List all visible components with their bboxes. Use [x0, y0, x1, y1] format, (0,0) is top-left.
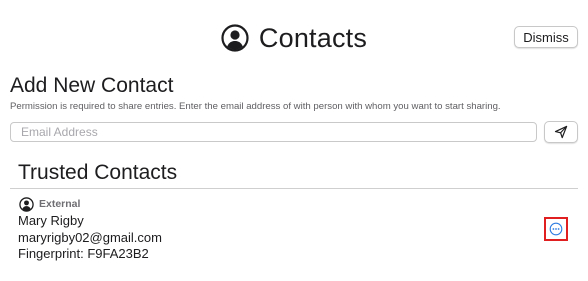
section-divider: [10, 188, 578, 189]
contact-type-label: External: [39, 198, 81, 210]
person-circle-icon: [221, 24, 249, 52]
person-circle-icon: [19, 196, 34, 212]
contact-email: maryrigby02@gmail.com: [18, 230, 162, 245]
add-contact-description: Permission is required to share entries.…: [10, 101, 501, 112]
dismiss-button[interactable]: Dismiss: [514, 26, 578, 48]
trusted-contacts-heading: Trusted Contacts: [18, 161, 178, 184]
send-invite-button[interactable]: [544, 121, 578, 143]
window-header: Contacts: [0, 18, 588, 58]
contact-fingerprint: Fingerprint: F9FA23B2: [18, 246, 149, 261]
email-placeholder: Email Address: [21, 125, 98, 139]
ellipsis-circle-icon: [549, 222, 563, 236]
paper-plane-icon: [554, 125, 568, 139]
contact-more-button[interactable]: [544, 217, 568, 241]
email-address-input[interactable]: Email Address: [10, 122, 537, 142]
contact-type-row: External: [19, 195, 80, 213]
contact-name: Mary Rigby: [18, 213, 84, 228]
add-contact-heading: Add New Contact: [10, 74, 174, 97]
page-title: Contacts: [258, 22, 368, 53]
